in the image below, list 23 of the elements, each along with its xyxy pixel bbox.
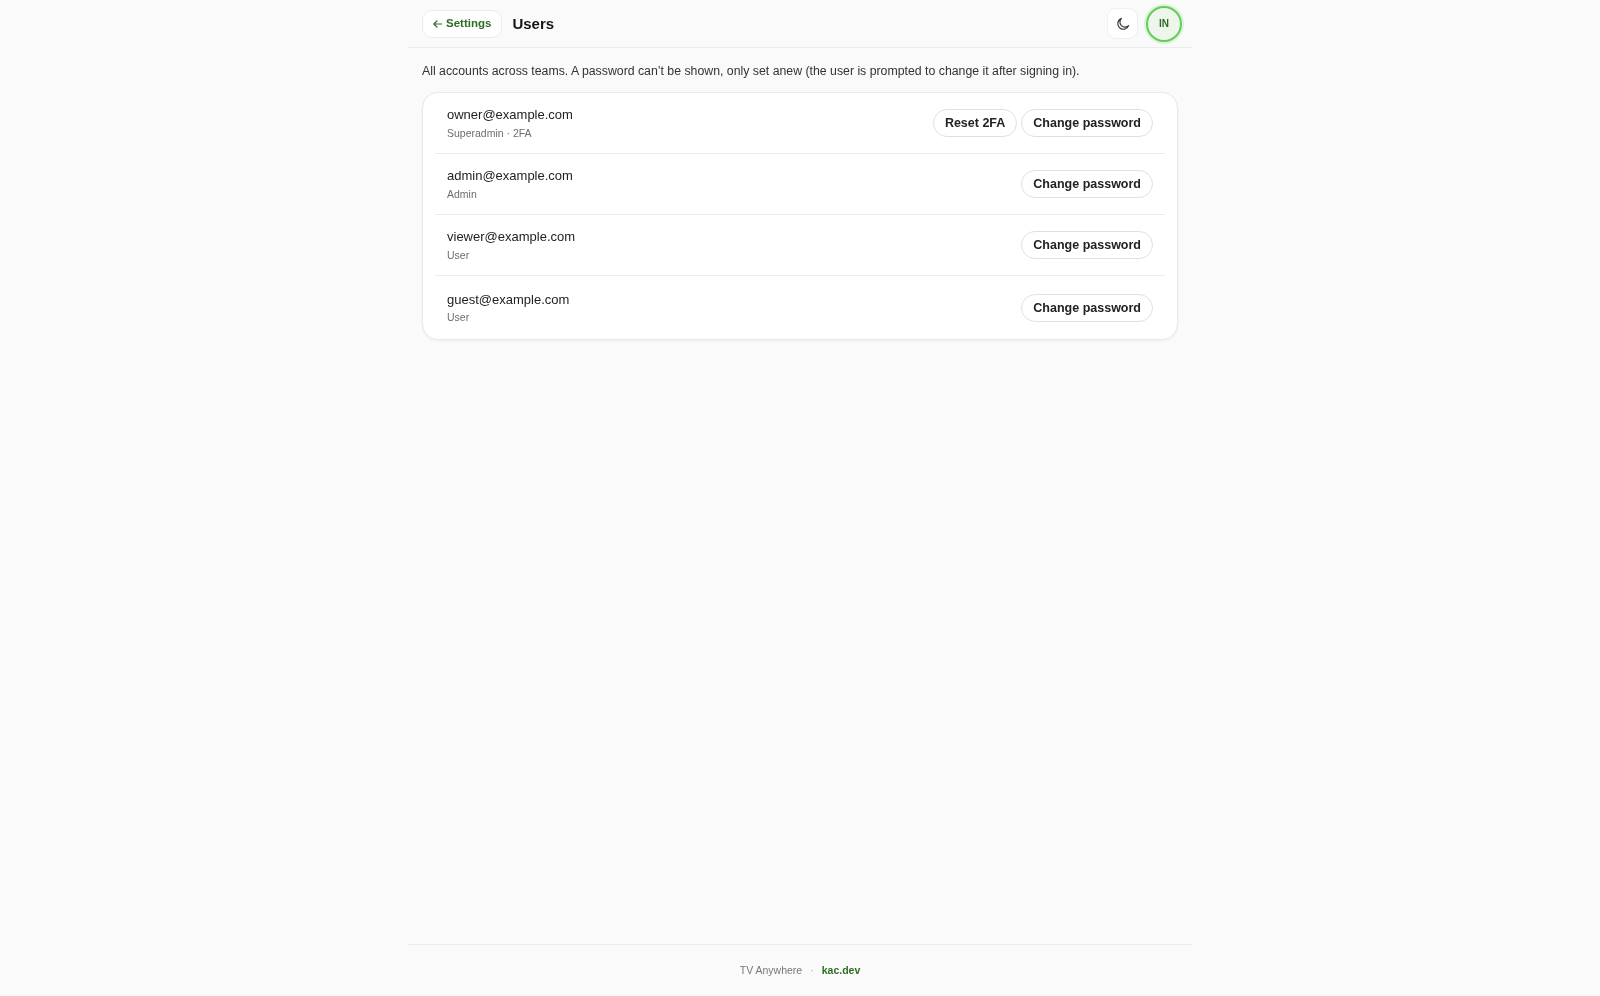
action-button[interactable]: Change password	[1021, 170, 1153, 199]
user-email: owner@example.com	[447, 107, 573, 123]
action-button[interactable]: Change password	[1021, 109, 1153, 138]
page-description: All accounts across teams. A password can’t be shown, only set anew (the user is prompted to change it after signing in).	[422, 63, 1081, 80]
action-button[interactable]: Change password	[1021, 231, 1153, 260]
theme-toggle-button[interactable]	[1107, 8, 1138, 39]
action-button[interactable]: Change password	[1021, 293, 1153, 322]
user-email: guest@example.com	[447, 291, 570, 308]
action-button[interactable]: Reset 2FA	[932, 109, 1018, 138]
user-role: Superadmin · 2FA	[447, 126, 533, 140]
user-email: viewer@example.com	[447, 229, 576, 245]
user-role: Admin	[447, 187, 478, 201]
app-name: TV Anywhere	[739, 962, 803, 978]
user-avatar[interactable]: IN	[1146, 5, 1182, 42]
user-email: admin@example.com	[447, 168, 573, 184]
footer-link[interactable]: kac.dev	[821, 962, 861, 979]
page-title: Users	[512, 14, 555, 33]
arrow-left-icon	[433, 19, 442, 28]
user-role: User	[447, 311, 471, 325]
separator-dot: ·	[810, 962, 814, 978]
user-role: User	[447, 248, 471, 262]
back-link[interactable]: Settings	[422, 9, 503, 38]
moon-icon	[1115, 16, 1130, 31]
